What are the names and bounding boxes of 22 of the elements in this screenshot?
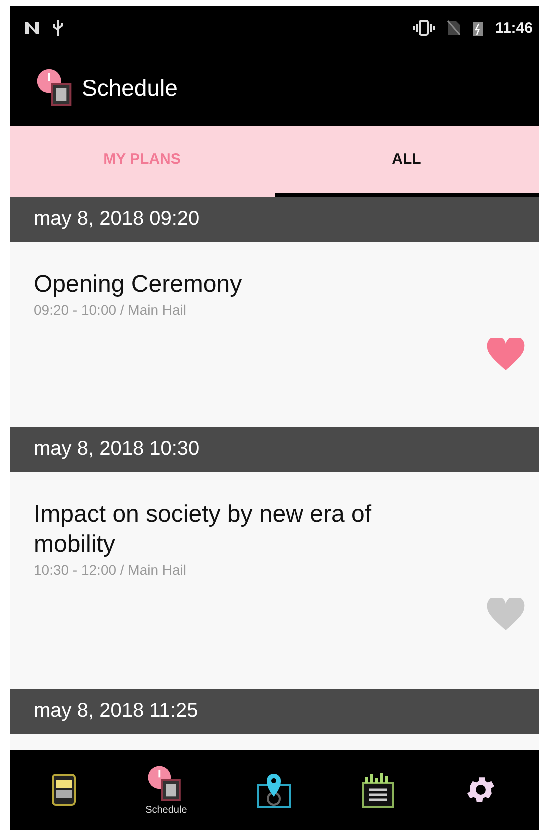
- nav-item[interactable]: [361, 771, 396, 809]
- no-sim-icon: [447, 20, 462, 36]
- battery-charging-icon: [473, 20, 484, 36]
- session-title: Impact on society by new era of mobility: [34, 500, 373, 560]
- date-header-text: may 8, 2018 10:30: [34, 438, 200, 461]
- nav-item[interactable]: [50, 773, 77, 807]
- status-time: 11:46: [495, 20, 533, 36]
- nav-item[interactable]: Schedule: [146, 764, 188, 816]
- chart-list-icon: [361, 771, 396, 809]
- vibrate-icon: [413, 20, 436, 36]
- nav-item[interactable]: [256, 771, 292, 809]
- nav-label: Schedule: [146, 804, 188, 816]
- session-detail: 10:30 - 12:00 / Main Hail: [34, 562, 188, 578]
- map-pin-icon: [256, 771, 292, 809]
- n-logo-icon: [24, 21, 40, 35]
- session-title: Opening Ceremony: [34, 270, 244, 300]
- session-detail: 09:20 - 10:00 / Main Hail: [34, 302, 188, 318]
- date-header-text: may 8, 2018 09:20: [34, 208, 200, 231]
- app-title: Schedule: [82, 74, 178, 102]
- date-header-text: may 8, 2018 11:25: [34, 700, 198, 723]
- usb-icon: [52, 19, 64, 37]
- notepad-icon: [50, 773, 77, 807]
